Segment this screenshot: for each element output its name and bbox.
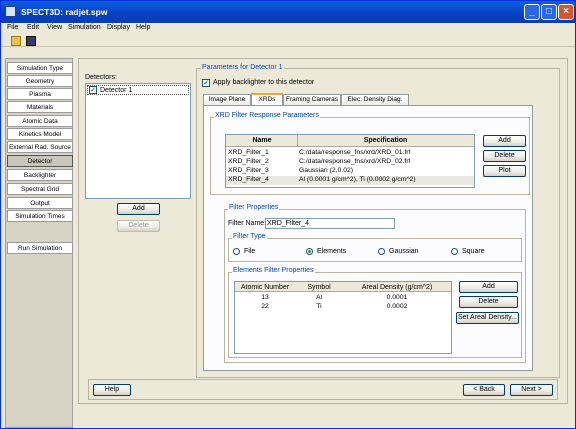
tab-xrds[interactable]: XRDs bbox=[251, 93, 283, 105]
nav-plasma[interactable]: Plasma bbox=[7, 88, 73, 100]
elements-table: Atomic Number Symbol Areal Density (g/cm… bbox=[234, 281, 452, 354]
nav-kinetics-model[interactable]: Kinetics Model bbox=[7, 128, 73, 140]
nav-simulation-type[interactable]: Simulation Type bbox=[7, 62, 73, 74]
backlighter-checkbox[interactable]: ✓ bbox=[202, 79, 210, 87]
radio-file[interactable] bbox=[233, 248, 240, 255]
back-button[interactable]: < Back bbox=[463, 384, 505, 396]
menu-view[interactable]: View bbox=[47, 24, 62, 31]
maximize-button[interactable]: □ bbox=[541, 4, 557, 20]
radio-gaussian[interactable] bbox=[378, 248, 385, 255]
open-folder-icon[interactable] bbox=[11, 36, 21, 46]
xrd-filter-table: Name Specification XRD_Filter_1 C:/data/… bbox=[225, 134, 475, 188]
tab-elec-density-diag[interactable]: Elec. Density Diag. bbox=[341, 94, 409, 105]
atomic-number: 22 bbox=[261, 303, 269, 310]
col-symbol-header[interactable]: Symbol bbox=[295, 284, 343, 291]
window-title: SPECT3D: radjet.spw bbox=[21, 7, 108, 17]
filter-properties-title: Filter Properties bbox=[228, 204, 280, 211]
col-atomic-number-header[interactable]: Atomic Number bbox=[237, 284, 293, 291]
filter-spec: C:/data/response_fns/xrd/XRD_02.frf bbox=[299, 158, 411, 165]
menu-help[interactable]: Help bbox=[136, 24, 150, 31]
filter-name: XRD_Filter_4 bbox=[228, 176, 269, 183]
nav-spectral-grid[interactable]: Spectral Grid bbox=[7, 183, 73, 195]
areal-density: 0.0002 bbox=[386, 303, 408, 310]
menu-simulation[interactable]: Simulation bbox=[68, 24, 101, 31]
list-item[interactable]: ✓ Detector 1 bbox=[87, 85, 189, 95]
nav-simulation-times[interactable]: Simulation Times bbox=[7, 210, 73, 222]
table-row[interactable]: XRD_Filter_2 C:/data/response_fns/xrd/XR… bbox=[226, 158, 474, 167]
plot-filter-button[interactable]: Plot bbox=[483, 165, 526, 177]
table-row-selected[interactable]: XRD_Filter_4 Al (0.0001 g/cm^2), Ti (0.0… bbox=[226, 176, 474, 185]
radio-elements-label: Elements bbox=[317, 248, 347, 255]
table-row[interactable]: XRD_Filter_1 C:/data/response_fns/xrd/XR… bbox=[226, 149, 474, 158]
app-icon bbox=[5, 6, 16, 17]
table-row[interactable]: 13 Al 0.0001 bbox=[235, 294, 451, 303]
backlighter-label: Apply backlighter to this detector bbox=[213, 79, 315, 86]
nav-panel: Simulation Type Geometry Plasma Material… bbox=[5, 58, 73, 428]
add-detector-button[interactable]: Add bbox=[117, 203, 160, 215]
menu-edit[interactable]: Edit bbox=[27, 24, 39, 31]
filter-type-title: Filter Type bbox=[232, 233, 267, 240]
delete-detector-button[interactable]: Delete bbox=[117, 220, 160, 232]
nav-materials[interactable]: Materials bbox=[7, 101, 73, 113]
element-symbol: Ti bbox=[316, 303, 322, 310]
filter-name: XRD_Filter_2 bbox=[228, 158, 269, 165]
detector-checkbox[interactable]: ✓ bbox=[89, 86, 97, 94]
main-window: SPECT3D: radjet.spw _ □ × File Edit View… bbox=[0, 0, 576, 429]
filter-spec: C:/data/response_fns/xrd/XRD_01.frf bbox=[299, 149, 411, 156]
delete-filter-button[interactable]: Delete bbox=[483, 150, 526, 162]
set-areal-density-button[interactable]: Set Areal Density... bbox=[456, 312, 519, 324]
element-symbol: Al bbox=[315, 294, 323, 301]
nav-run-simulation[interactable]: Run Simulation bbox=[7, 242, 73, 254]
xrd-group-title: XRD Filter Response Parameters bbox=[214, 112, 320, 119]
atomic-number: 13 bbox=[261, 294, 269, 301]
radio-square-label: Square bbox=[462, 248, 485, 255]
nav-external-rad-source[interactable]: External Rad. Source bbox=[7, 141, 73, 153]
col-spec-header[interactable]: Specification bbox=[299, 137, 472, 144]
filter-name-label: Filter Name: bbox=[228, 220, 267, 227]
table-row[interactable]: 22 Ti 0.0002 bbox=[235, 303, 451, 312]
tab-framing-cameras[interactable]: Framing Cameras bbox=[283, 94, 341, 105]
radio-file-label: File bbox=[244, 248, 256, 255]
params-group-title: Parameters for Detector 1 bbox=[201, 64, 284, 71]
save-disk-icon[interactable] bbox=[26, 36, 36, 46]
elements-properties-title: Elements Filter Properties bbox=[232, 267, 315, 274]
title-bar[interactable]: SPECT3D: radjet.spw _ □ × bbox=[1, 1, 575, 23]
filter-name: XRD_Filter_3 bbox=[228, 167, 269, 174]
filter-spec: Gaussian (2,0.02) bbox=[299, 167, 354, 174]
menu-file[interactable]: File bbox=[7, 24, 18, 31]
filter-spec: Al (0.0001 g/cm^2), Ti (0.0002 g/cm^2) bbox=[299, 176, 416, 183]
nav-backlighter[interactable]: Backlighter bbox=[7, 169, 73, 181]
menu-bar: File Edit View Simulation Display Help bbox=[1, 23, 575, 35]
radio-elements[interactable] bbox=[306, 248, 313, 255]
nav-geometry[interactable]: Geometry bbox=[7, 75, 73, 87]
next-button[interactable]: Next > bbox=[510, 384, 553, 396]
toolbar bbox=[1, 35, 575, 47]
add-element-button[interactable]: Add bbox=[459, 281, 518, 293]
menu-display[interactable]: Display bbox=[107, 24, 130, 31]
filter-name-input[interactable]: XRD_Filter_4 bbox=[265, 218, 395, 229]
detector-list[interactable]: ✓ Detector 1 bbox=[85, 83, 191, 199]
radio-gaussian-label: Gaussian bbox=[389, 248, 419, 255]
nav-output[interactable]: Output bbox=[7, 197, 73, 209]
table-row[interactable]: XRD_Filter_3 Gaussian (2,0.02) bbox=[226, 167, 474, 176]
delete-element-button[interactable]: Delete bbox=[459, 296, 518, 308]
close-button[interactable]: × bbox=[558, 4, 574, 20]
add-filter-button[interactable]: Add bbox=[483, 135, 526, 147]
tab-image-plane[interactable]: Image Plane bbox=[203, 94, 251, 105]
col-areal-density-header[interactable]: Areal Density (g/cm^2) bbox=[345, 284, 449, 291]
col-name-header[interactable]: Name bbox=[228, 137, 296, 144]
radio-square[interactable] bbox=[451, 248, 458, 255]
areal-density: 0.0001 bbox=[386, 294, 408, 301]
minimize-button[interactable]: _ bbox=[524, 4, 540, 20]
detectors-label: Detectors: bbox=[85, 74, 117, 81]
filter-name: XRD_Filter_1 bbox=[228, 149, 269, 156]
nav-detector[interactable]: Detector bbox=[7, 155, 73, 167]
nav-atomic-data[interactable]: Atomic Data bbox=[7, 115, 73, 127]
help-button[interactable]: Help bbox=[93, 384, 131, 396]
detector-item-label: Detector 1 bbox=[100, 87, 133, 94]
